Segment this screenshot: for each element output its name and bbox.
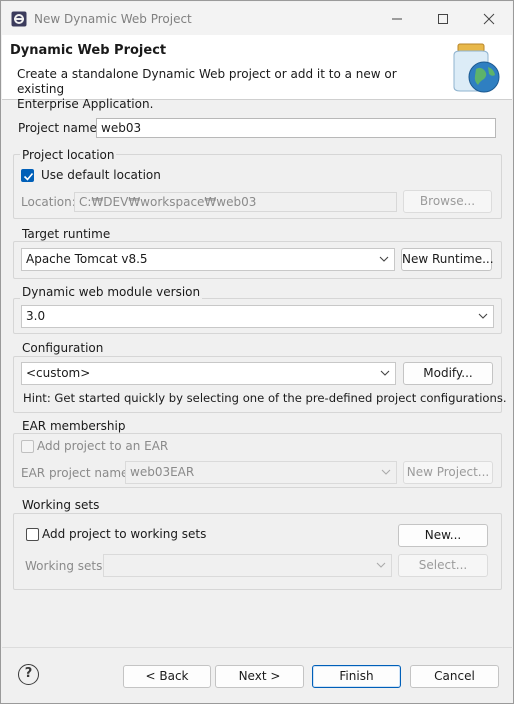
dialog-window: New Dynamic Web Project Dynamic Web Proj…	[0, 0, 514, 704]
target-runtime-select[interactable]: Apache Tomcat v8.5	[21, 248, 395, 271]
module-version-select[interactable]: 3.0	[21, 305, 494, 328]
checkmark-icon	[23, 172, 34, 181]
add-to-working-sets-checkbox[interactable]	[26, 528, 39, 541]
ear-membership-group-label: EAR membership	[20, 419, 128, 433]
help-icon: ?	[24, 666, 33, 681]
web-project-jar-globe-icon	[453, 43, 500, 93]
project-name-label: Project name:	[18, 121, 101, 135]
target-runtime-selected: Apache Tomcat v8.5	[26, 252, 148, 266]
target-runtime-group-label: Target runtime	[20, 227, 113, 241]
module-version-selected: 3.0	[26, 309, 46, 323]
minimize-icon	[392, 18, 402, 20]
finish-button[interactable]: Finish	[312, 665, 401, 688]
footer-separator	[2, 647, 512, 648]
chevron-down-icon	[380, 370, 390, 376]
project-location-group-label: Project location	[20, 148, 117, 162]
banner-title: Dynamic Web Project	[10, 43, 167, 58]
banner-description-line2: Enterprise Application.	[17, 97, 154, 111]
add-to-ear-label: Add project to an EAR	[37, 439, 169, 453]
banner-description-line1: Create a standalone Dynamic Web project …	[17, 67, 397, 96]
close-window-button[interactable]	[477, 8, 501, 30]
working-sets-select[interactable]	[103, 554, 392, 577]
configuration-hint: Hint: Get started quickly by selecting o…	[23, 391, 507, 405]
title-bar[interactable]: New Dynamic Web Project	[2, 2, 512, 35]
configuration-group-label: Configuration	[20, 341, 106, 355]
ear-project-name-value: web03EAR	[130, 465, 195, 479]
ear-project-name-select[interactable]: web03EAR	[125, 461, 397, 484]
use-default-location-checkbox[interactable]	[21, 169, 34, 182]
modify-button[interactable]: Modify...	[403, 362, 493, 385]
ear-project-name-label: EAR project name:	[21, 466, 133, 480]
working-sets-group-label: Working sets	[20, 498, 102, 512]
working-sets-label: Working sets:	[25, 559, 107, 573]
wizard-banner: Dynamic Web Project Create a standalone …	[2, 35, 512, 111]
module-version-group-label: Dynamic web module version	[20, 285, 203, 299]
browse-button[interactable]: Browse...	[403, 190, 492, 213]
use-default-location-label: Use default location	[41, 168, 161, 182]
next-button[interactable]: Next >	[215, 665, 304, 688]
chevron-down-icon	[379, 256, 389, 262]
configuration-selected: <custom>	[26, 366, 91, 380]
new-ear-project-button[interactable]: New Project...	[403, 461, 493, 484]
location-label: Location:	[21, 195, 76, 209]
add-to-ear-checkbox[interactable]	[21, 440, 34, 453]
location-input[interactable]: C:₩DEV₩workspace₩web03	[74, 192, 397, 212]
window-title: New Dynamic Web Project	[34, 12, 192, 26]
chevron-down-icon	[381, 469, 391, 475]
back-button[interactable]: < Back	[123, 665, 211, 688]
project-name-input[interactable]: web03	[96, 118, 496, 138]
close-icon	[483, 13, 495, 25]
banner-description: Create a standalone Dynamic Web project …	[17, 67, 437, 112]
select-working-sets-button[interactable]: Select...	[398, 554, 488, 577]
add-to-working-sets-label: Add project to working sets	[42, 527, 207, 541]
minimize-button[interactable]	[385, 8, 409, 30]
chevron-down-icon	[478, 313, 488, 319]
maximize-button[interactable]	[431, 8, 455, 30]
cancel-button[interactable]: Cancel	[410, 665, 499, 688]
help-button[interactable]: ?	[18, 664, 39, 685]
eclipse-app-icon	[11, 11, 27, 27]
configuration-select[interactable]: <custom>	[21, 362, 396, 385]
maximize-icon	[438, 14, 448, 24]
new-working-set-button[interactable]: New...	[398, 524, 488, 547]
chevron-down-icon	[376, 562, 386, 568]
new-runtime-button[interactable]: New Runtime...	[401, 248, 494, 271]
